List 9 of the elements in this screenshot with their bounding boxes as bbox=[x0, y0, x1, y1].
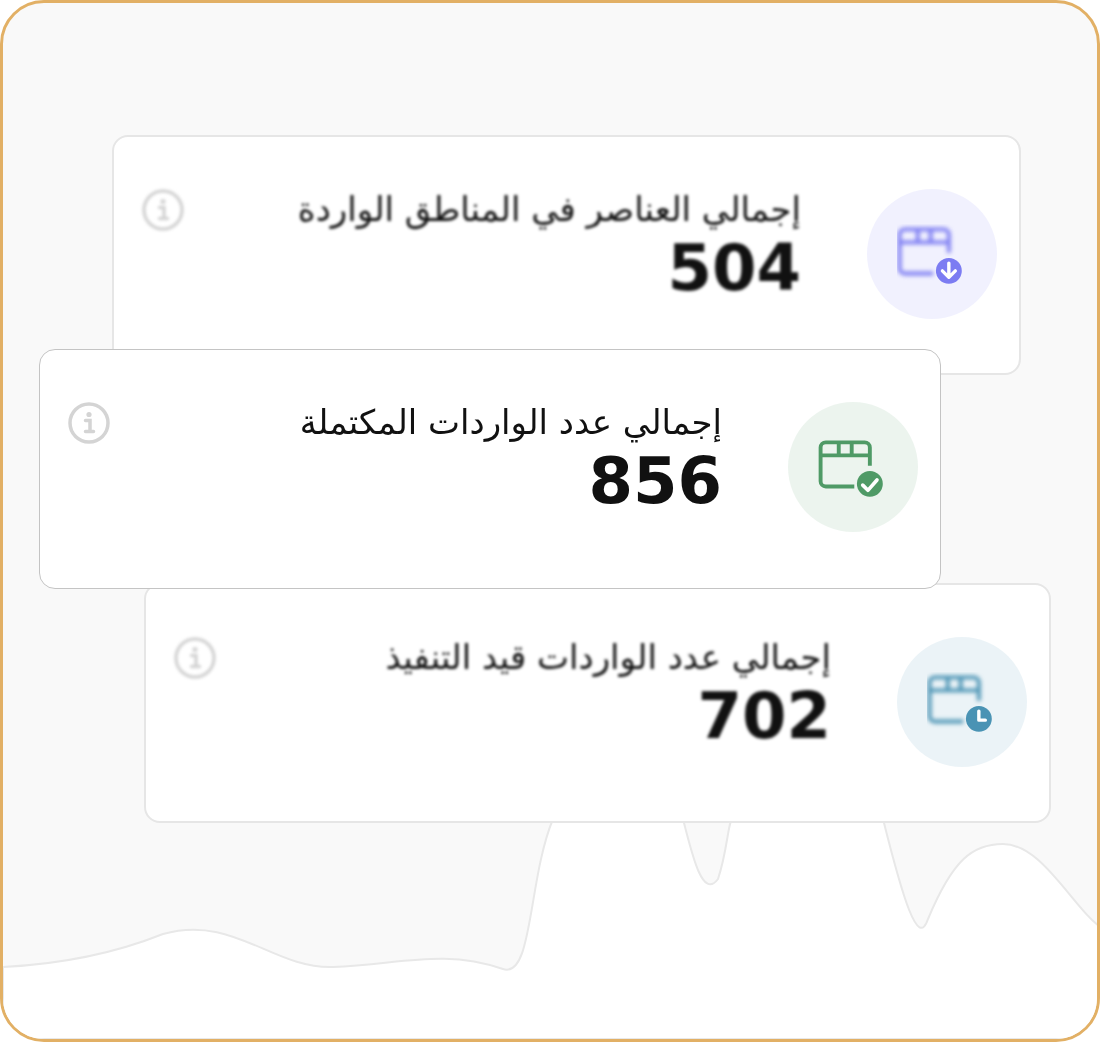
card-title: إجمالي عدد الواردات قيد التنفيذ bbox=[385, 636, 831, 680]
card-title: إجمالي العناصر في المناطق الواردة bbox=[297, 188, 801, 232]
card-value: 504 bbox=[667, 233, 801, 304]
info-icon[interactable] bbox=[140, 187, 186, 233]
card-value: 856 bbox=[588, 446, 722, 517]
card-value: 702 bbox=[697, 681, 831, 752]
info-icon[interactable] bbox=[66, 400, 112, 446]
card-title: إجمالي عدد الواردات المكتملة bbox=[299, 401, 722, 445]
info-icon[interactable] bbox=[172, 635, 218, 681]
